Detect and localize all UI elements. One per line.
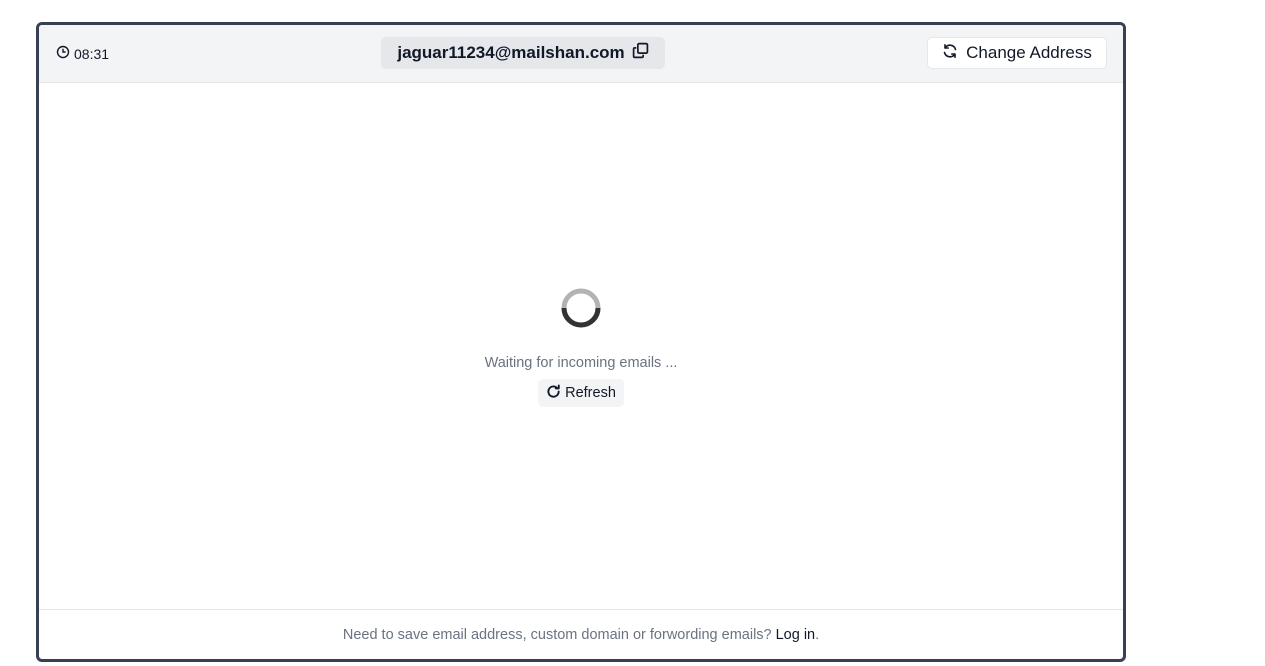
footer-prompt: Need to save email address, custom domai…: [342, 626, 772, 643]
clock-icon: [56, 45, 70, 62]
rotate-cw-icon: [546, 383, 561, 403]
copy-icon[interactable]: [632, 42, 649, 64]
footer-punctuation: .: [815, 626, 820, 643]
waiting-status: Waiting for incoming emails ...: [484, 355, 678, 371]
refresh-arrows-icon: [942, 43, 958, 64]
timer-value: 08:31: [74, 45, 110, 62]
email-address-copy-button[interactable]: jaguar11234@mailshan.com: [381, 37, 665, 69]
widget-header: 08:31 jaguar11234@mailshan.com Change Ad…: [39, 25, 1123, 83]
refresh-button[interactable]: Refresh: [538, 379, 624, 407]
expiry-timer: 08:31: [56, 25, 109, 82]
temp-mail-widget: 08:31 jaguar11234@mailshan.com Change Ad…: [36, 22, 1126, 662]
widget-footer: Need to save email address, custom domai…: [39, 609, 1123, 659]
change-address-label: Change Address: [966, 43, 1092, 62]
spinner-icon: [560, 287, 602, 334]
email-address: jaguar11234@mailshan.com: [397, 43, 625, 62]
inbox-empty-state: Waiting for incoming emails ... Refresh: [39, 287, 1123, 407]
refresh-label: Refresh: [565, 385, 616, 401]
login-link[interactable]: Log in: [776, 627, 816, 643]
change-address-button[interactable]: Change Address: [927, 37, 1107, 69]
